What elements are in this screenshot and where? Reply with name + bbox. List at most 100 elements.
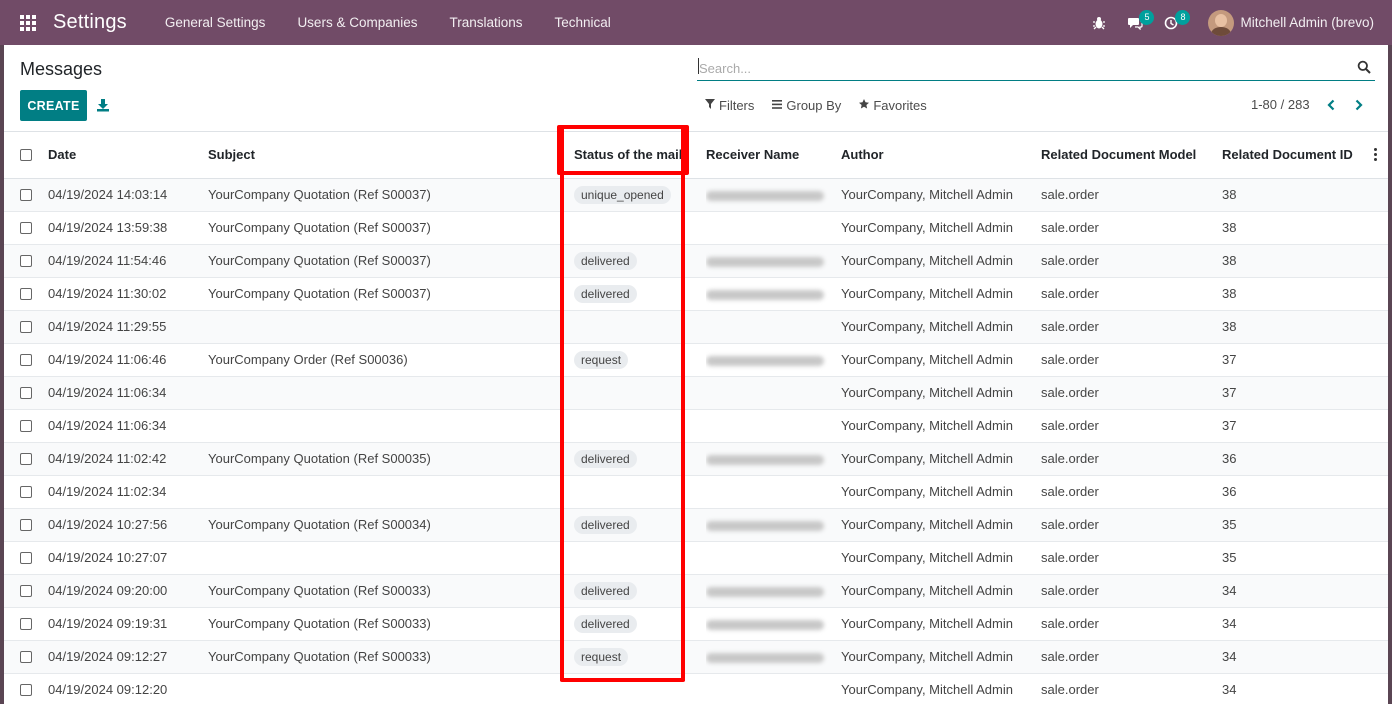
search-input[interactable] bbox=[699, 58, 1339, 78]
status-badge: request bbox=[574, 350, 629, 369]
content-panel: Messages CREATE Filters Group By Favo bbox=[4, 45, 1388, 704]
search-icon[interactable] bbox=[1357, 60, 1371, 74]
activity-clock-icon[interactable]: 8 bbox=[1156, 8, 1191, 38]
table-header-row: Date Subject Status of the mail Receiver… bbox=[4, 132, 1388, 179]
table-row[interactable]: 04/19/2024 11:02:34 YourCompany, Mitchell… bbox=[4, 475, 1388, 509]
column-header-date[interactable]: Date bbox=[48, 132, 208, 179]
cell-status bbox=[574, 211, 706, 245]
row-checkbox[interactable] bbox=[20, 419, 32, 432]
row-checkbox[interactable] bbox=[20, 650, 32, 663]
table-row[interactable]: 04/19/2024 13:59:38 YourCompany Quotation… bbox=[4, 211, 1388, 245]
cell-receiver bbox=[706, 640, 841, 674]
select-all-checkbox[interactable] bbox=[20, 148, 32, 161]
cell-status: delivered bbox=[574, 508, 706, 542]
cell-date: 04/19/2024 11:02:34 bbox=[48, 475, 208, 509]
download-icon[interactable] bbox=[96, 98, 110, 112]
cell-subject: YourCompany Quotation (Ref S00033) bbox=[208, 640, 574, 674]
row-checkbox[interactable] bbox=[20, 485, 32, 498]
column-header-model[interactable]: Related Document Model bbox=[1041, 132, 1222, 179]
row-checkbox[interactable] bbox=[20, 221, 32, 234]
row-checkbox[interactable] bbox=[20, 386, 32, 399]
row-checkbox[interactable] bbox=[20, 452, 32, 465]
cell-author: YourCompany, Mitchell Admin bbox=[841, 178, 1041, 212]
user-menu[interactable]: Mitchell Admin (brevo) bbox=[1240, 15, 1374, 30]
redacted-receiver bbox=[706, 619, 824, 630]
chevron-left-icon[interactable] bbox=[1323, 95, 1339, 115]
table-row[interactable]: 04/19/2024 11:06:46 YourCompany Order (Re… bbox=[4, 343, 1388, 377]
cell-subject: YourCompany Quotation (Ref S00034) bbox=[208, 508, 574, 542]
row-checkbox[interactable] bbox=[20, 584, 32, 597]
row-checkbox[interactable] bbox=[20, 518, 32, 531]
row-checkbox[interactable] bbox=[20, 683, 32, 696]
table-row[interactable]: 04/19/2024 11:06:34 YourCompany, Mitchell… bbox=[4, 409, 1388, 443]
cell-receiver bbox=[706, 607, 841, 641]
chevron-right-icon[interactable] bbox=[1351, 95, 1367, 115]
table-row[interactable]: 04/19/2024 09:12:20 YourCompany, Mitchell… bbox=[4, 673, 1388, 704]
menu-translations[interactable]: Translations bbox=[433, 15, 538, 30]
table-row[interactable]: 04/19/2024 09:12:27 YourCompany Quotation… bbox=[4, 640, 1388, 674]
column-header-subject[interactable]: Subject bbox=[208, 132, 574, 179]
cell-doc-id: 38 bbox=[1222, 178, 1362, 212]
pager-value[interactable]: 1-80 / 283 bbox=[1251, 97, 1310, 112]
user-avatar[interactable] bbox=[1208, 9, 1235, 36]
messages-icon[interactable]: 5 bbox=[1120, 8, 1155, 38]
cell-doc-id: 37 bbox=[1222, 343, 1362, 377]
cell-author: YourCompany, Mitchell Admin bbox=[841, 310, 1041, 344]
table-row[interactable]: 04/19/2024 14:03:14 YourCompany Quotation… bbox=[4, 178, 1388, 212]
row-checkbox[interactable] bbox=[20, 320, 32, 333]
cell-subject: YourCompany Quotation (Ref S00035) bbox=[208, 442, 574, 476]
redacted-receiver bbox=[706, 652, 824, 663]
cell-doc-id: 34 bbox=[1222, 574, 1362, 608]
cell-status bbox=[574, 409, 706, 443]
cell-date: 04/19/2024 11:06:34 bbox=[48, 376, 208, 410]
cell-model: sale.order bbox=[1041, 409, 1222, 443]
row-checkbox[interactable] bbox=[20, 617, 32, 630]
groupby-button[interactable]: Group By bbox=[772, 98, 841, 113]
table-row[interactable]: 04/19/2024 10:27:56 YourCompany Quotation… bbox=[4, 508, 1388, 542]
apps-menu-icon[interactable] bbox=[0, 0, 56, 45]
table-row[interactable]: 04/19/2024 10:27:07 YourCompany, Mitchell… bbox=[4, 541, 1388, 575]
cell-model: sale.order bbox=[1041, 310, 1222, 344]
status-badge: unique_opened bbox=[574, 185, 671, 204]
cell-subject bbox=[208, 376, 574, 410]
menu-technical[interactable]: Technical bbox=[539, 15, 627, 30]
create-button[interactable]: CREATE bbox=[20, 90, 87, 121]
cell-receiver bbox=[706, 673, 841, 704]
menu-general-settings[interactable]: General Settings bbox=[149, 15, 282, 30]
menu-users-companies[interactable]: Users & Companies bbox=[281, 15, 433, 30]
cell-receiver bbox=[706, 178, 841, 212]
row-checkbox[interactable] bbox=[20, 551, 32, 564]
column-header-doc-id[interactable]: Related Document ID bbox=[1222, 132, 1362, 179]
cell-author: YourCompany, Mitchell Admin bbox=[841, 277, 1041, 311]
messages-list: Date Subject Status of the mail Receiver… bbox=[4, 131, 1388, 704]
favorites-button[interactable]: Favorites bbox=[859, 98, 927, 113]
status-badge: delivered bbox=[574, 515, 637, 534]
app-name[interactable]: Settings bbox=[53, 11, 127, 34]
row-checkbox[interactable] bbox=[20, 254, 32, 267]
cell-subject bbox=[208, 673, 574, 704]
cell-author: YourCompany, Mitchell Admin bbox=[841, 211, 1041, 245]
column-header-receiver[interactable]: Receiver Name bbox=[706, 132, 841, 179]
row-checkbox[interactable] bbox=[20, 353, 32, 366]
row-checkbox[interactable] bbox=[20, 188, 32, 201]
column-header-author[interactable]: Author bbox=[841, 132, 1041, 179]
table-row[interactable]: 04/19/2024 11:30:02 YourCompany Quotation… bbox=[4, 277, 1388, 311]
cell-subject: YourCompany Order (Ref S00036) bbox=[208, 343, 574, 377]
table-row[interactable]: 04/19/2024 09:20:00 YourCompany Quotation… bbox=[4, 574, 1388, 608]
table-row[interactable]: 04/19/2024 11:29:55 YourCompany, Mitchell… bbox=[4, 310, 1388, 344]
cell-model: sale.order bbox=[1041, 442, 1222, 476]
optional-columns-icon[interactable] bbox=[1362, 148, 1388, 162]
cell-receiver bbox=[706, 343, 841, 377]
table-row[interactable]: 04/19/2024 11:06:34 YourCompany, Mitchell… bbox=[4, 376, 1388, 410]
cell-author: YourCompany, Mitchell Admin bbox=[841, 673, 1041, 704]
row-checkbox[interactable] bbox=[20, 287, 32, 300]
debug-bug-icon[interactable] bbox=[1084, 8, 1114, 38]
cell-date: 04/19/2024 14:03:14 bbox=[48, 178, 208, 212]
table-row[interactable]: 04/19/2024 09:19:31 YourCompany Quotation… bbox=[4, 607, 1388, 641]
cell-subject: YourCompany Quotation (Ref S00037) bbox=[208, 244, 574, 278]
filters-button[interactable]: Filters bbox=[705, 98, 754, 113]
table-row[interactable]: 04/19/2024 11:54:46 YourCompany Quotation… bbox=[4, 244, 1388, 278]
table-row[interactable]: 04/19/2024 11:02:42 YourCompany Quotation… bbox=[4, 442, 1388, 476]
cell-date: 04/19/2024 09:19:31 bbox=[48, 607, 208, 641]
column-header-status[interactable]: Status of the mail bbox=[574, 132, 706, 179]
